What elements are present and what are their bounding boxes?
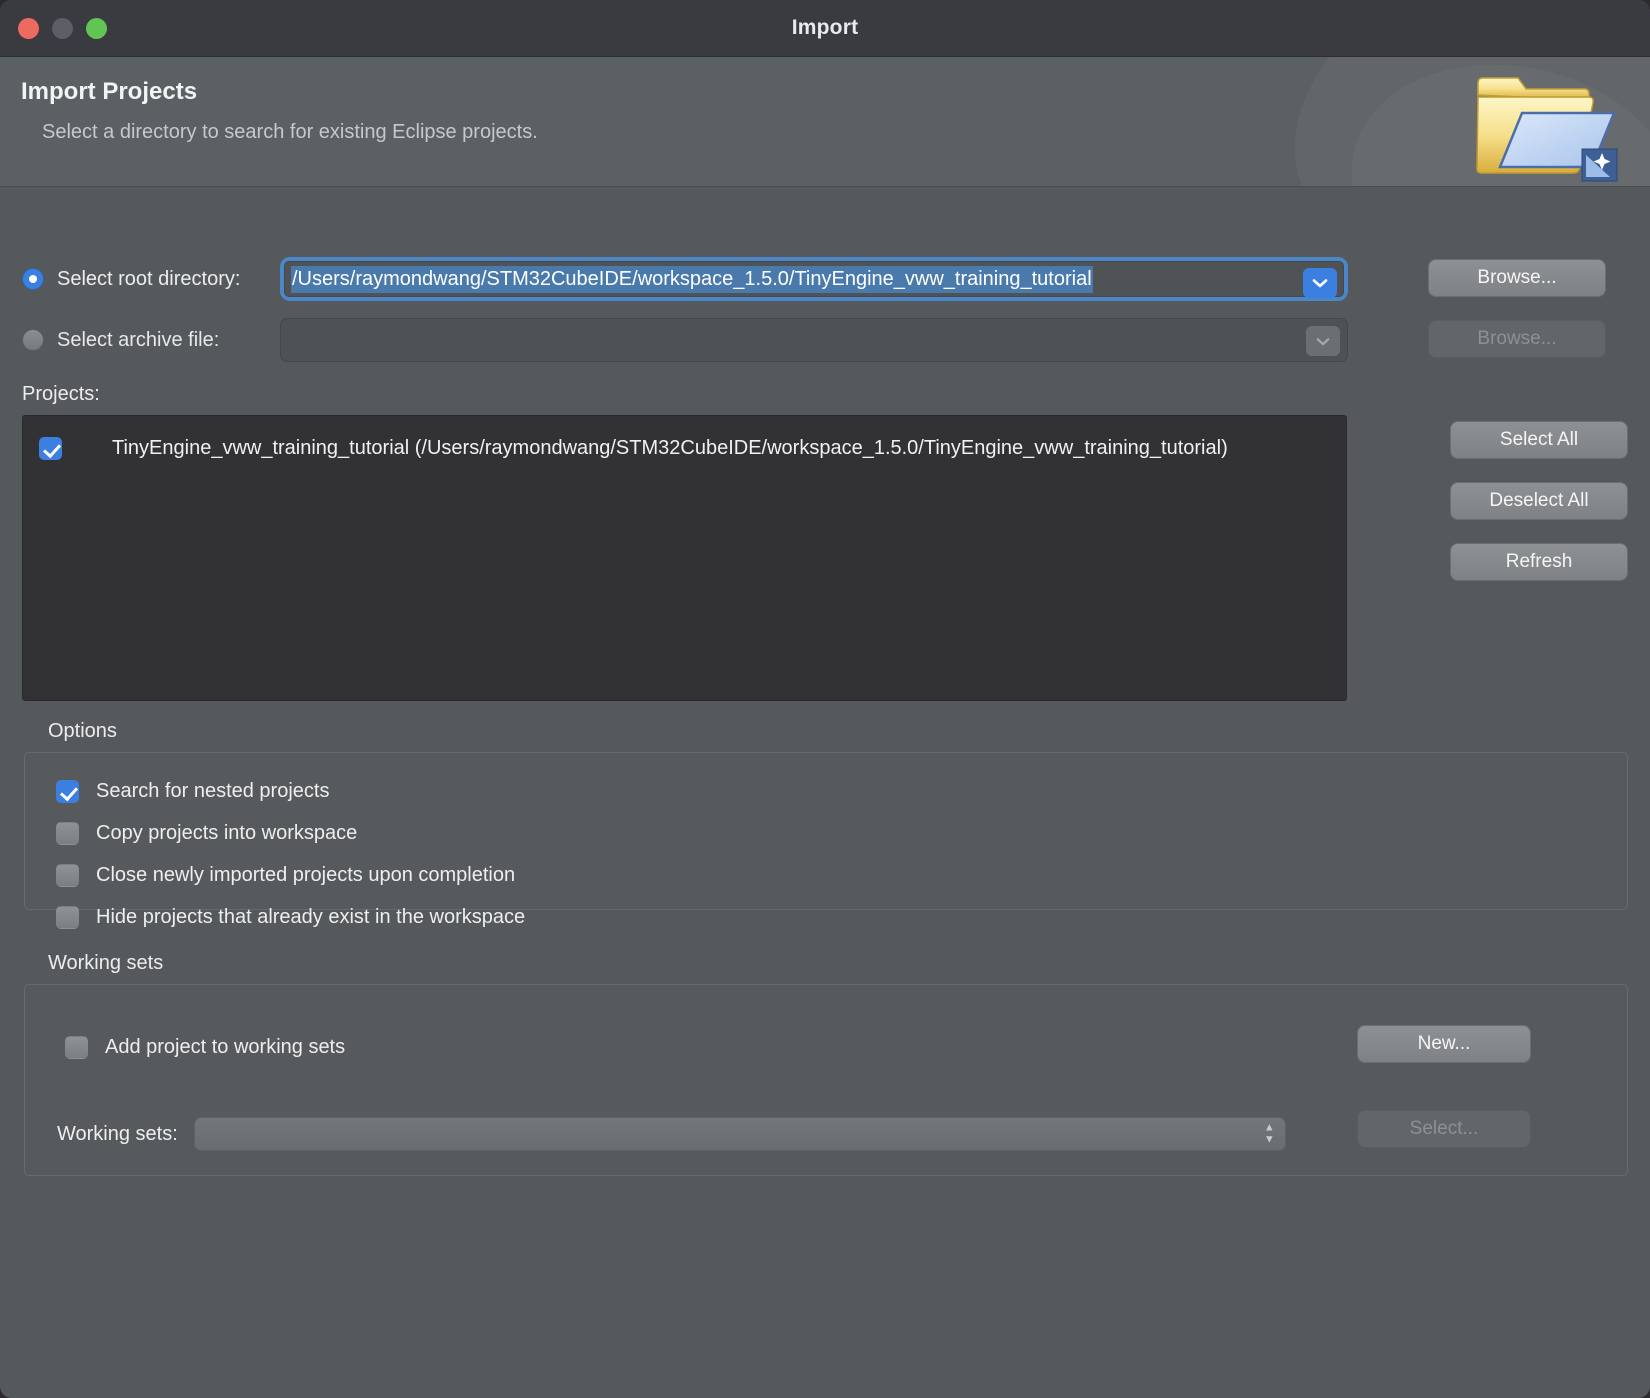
working-sets-select-row: Working sets: ▲▼ [57,1117,1270,1151]
select-root-directory-label: Select root directory: [57,268,240,291]
option-close-newly-imported-projects[interactable]: Close newly imported projects upon compl… [56,855,1627,895]
options-group-label: Options [48,720,117,743]
option-hide-existing-projects[interactable]: Hide projects that already exist in the … [56,897,1627,937]
select-archive-file-radio[interactable] [22,329,44,351]
option-checkbox[interactable] [56,906,79,929]
root-directory-combo[interactable]: /Users/raymondwang/STM32CubeIDE/workspac… [280,257,1348,301]
working-sets-dropdown[interactable]: ▲▼ [194,1117,1286,1151]
project-label: TinyEngine_vww_training_tutorial (/Users… [112,437,1228,460]
archive-file-row: Select archive file: Browse... [22,318,1628,362]
refresh-button[interactable]: Refresh [1450,543,1628,581]
root-directory-row: Select root directory: /Users/raymondwan… [22,257,1628,301]
new-working-set-button[interactable]: New... [1357,1025,1531,1063]
option-label: Copy projects into workspace [96,822,357,845]
options-group: Search for nested projects Copy projects… [24,752,1628,910]
working-sets-group-label: Working sets [48,952,163,975]
import-folder-icon [1474,67,1624,187]
working-sets-stepper-icon[interactable]: ▲▼ [1264,1124,1275,1145]
page-subtitle: Select a directory to search for existin… [42,121,538,144]
option-search-nested-projects[interactable]: Search for nested projects [56,771,1627,811]
root-directory-chevron-down-icon[interactable] [1303,268,1337,298]
option-checkbox[interactable] [56,822,79,845]
root-directory-input[interactable]: /Users/raymondwang/STM32CubeIDE/workspac… [284,261,1344,297]
option-label: Search for nested projects [96,780,329,803]
working-sets-label: Working sets: [57,1123,178,1146]
window-title: Import [0,16,1650,40]
dialog-body: Select root directory: /Users/raymondwan… [0,187,1650,1398]
select-working-set-button: Select... [1357,1110,1531,1148]
working-sets-group: Add project to working sets Working sets… [24,984,1628,1176]
import-dialog-window: Import Import Projects Select a director… [0,0,1650,1398]
option-checkbox[interactable] [56,864,79,887]
browse-archive-file-button: Browse... [1428,320,1606,358]
archive-file-input[interactable] [285,323,1343,357]
dialog-banner: Import Projects Select a directory to se… [0,57,1650,187]
option-label: Hide projects that already exist in the … [96,906,525,929]
projects-label: Projects: [22,383,100,406]
archive-file-value [291,338,293,342]
add-project-to-working-sets-checkbox[interactable] [65,1036,88,1059]
option-checkbox[interactable] [56,780,79,803]
archive-file-chevron-down-icon [1306,326,1340,356]
project-checkbox[interactable] [39,437,62,460]
option-label: Close newly imported projects upon compl… [96,864,515,887]
list-item[interactable]: TinyEngine_vww_training_tutorial (/Users… [23,430,1346,466]
select-all-button[interactable]: Select All [1450,421,1628,459]
projects-list[interactable]: TinyEngine_vww_training_tutorial (/Users… [22,415,1347,701]
add-project-to-working-sets-label: Add project to working sets [105,1036,345,1059]
browse-root-directory-button[interactable]: Browse... [1428,259,1606,297]
select-archive-file-label: Select archive file: [57,329,219,352]
deselect-all-button[interactable]: Deselect All [1450,482,1628,520]
select-root-directory-radio[interactable] [22,268,44,290]
archive-file-combo[interactable] [280,318,1348,362]
root-directory-value: /Users/raymondwang/STM32CubeIDE/workspac… [291,266,1093,293]
option-copy-projects-into-workspace[interactable]: Copy projects into workspace [56,813,1627,853]
window-titlebar: Import [0,0,1650,57]
page-title: Import Projects [21,78,197,106]
